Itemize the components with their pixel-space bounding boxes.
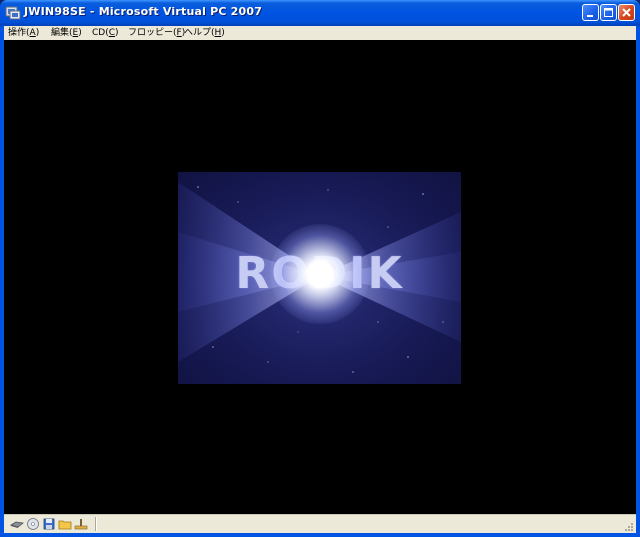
menu-floppy-label: フロッピー( xyxy=(128,28,177,38)
menu-help-end: ) xyxy=(221,28,225,38)
menu-action[interactable]: 操作(A) xyxy=(8,26,39,40)
shared-folder-icon[interactable] xyxy=(58,517,72,531)
guest-display[interactable]: RODIK xyxy=(4,40,636,514)
close-button[interactable] xyxy=(618,4,635,21)
window-title: JWIN98SE - Microsoft Virtual PC 2007 xyxy=(24,5,263,18)
virtual-pc-icon xyxy=(5,6,21,20)
maximize-button[interactable] xyxy=(600,4,617,21)
light-flare xyxy=(270,224,370,324)
floppy-icon[interactable] xyxy=(42,517,56,531)
maximize-icon xyxy=(604,8,613,17)
menu-action-label: 操作( xyxy=(8,28,30,38)
network-icon[interactable] xyxy=(74,517,88,531)
menu-help-label: ヘルプ( xyxy=(184,28,215,38)
menu-bar: 操作(A) 編集(E) CD(C) フロッピー(F) ヘルプ(H) xyxy=(4,26,636,40)
status-divider xyxy=(95,517,97,531)
close-icon xyxy=(622,8,631,17)
menu-cd-label: CD( xyxy=(92,28,109,38)
menu-cd[interactable]: CD(C) xyxy=(92,26,119,40)
title-bar[interactable]: JWIN98SE - Microsoft Virtual PC 2007 xyxy=(0,0,640,26)
resize-grip-icon[interactable] xyxy=(623,521,634,532)
status-bar xyxy=(4,514,636,534)
menu-help[interactable]: ヘルプ(H) xyxy=(184,26,225,40)
menu-edit-label: 編集( xyxy=(51,28,73,38)
cd-drive-icon[interactable] xyxy=(26,517,40,531)
menu-floppy[interactable]: フロッピー(F) xyxy=(128,26,185,40)
menu-action-end: ) xyxy=(35,28,40,38)
menu-edit[interactable]: 編集(E) xyxy=(51,26,82,40)
menu-cd-end: ) xyxy=(115,28,119,38)
menu-edit-end: ) xyxy=(78,28,82,38)
vpc-window: JWIN98SE - Microsoft Virtual PC 2007 操作(… xyxy=(0,0,640,537)
boot-splash-image: RODIK xyxy=(178,172,461,384)
window-frame-bottom xyxy=(0,533,640,537)
minimize-icon xyxy=(587,15,593,17)
hard-disk-icon[interactable] xyxy=(10,517,24,531)
minimize-button[interactable] xyxy=(582,4,599,21)
